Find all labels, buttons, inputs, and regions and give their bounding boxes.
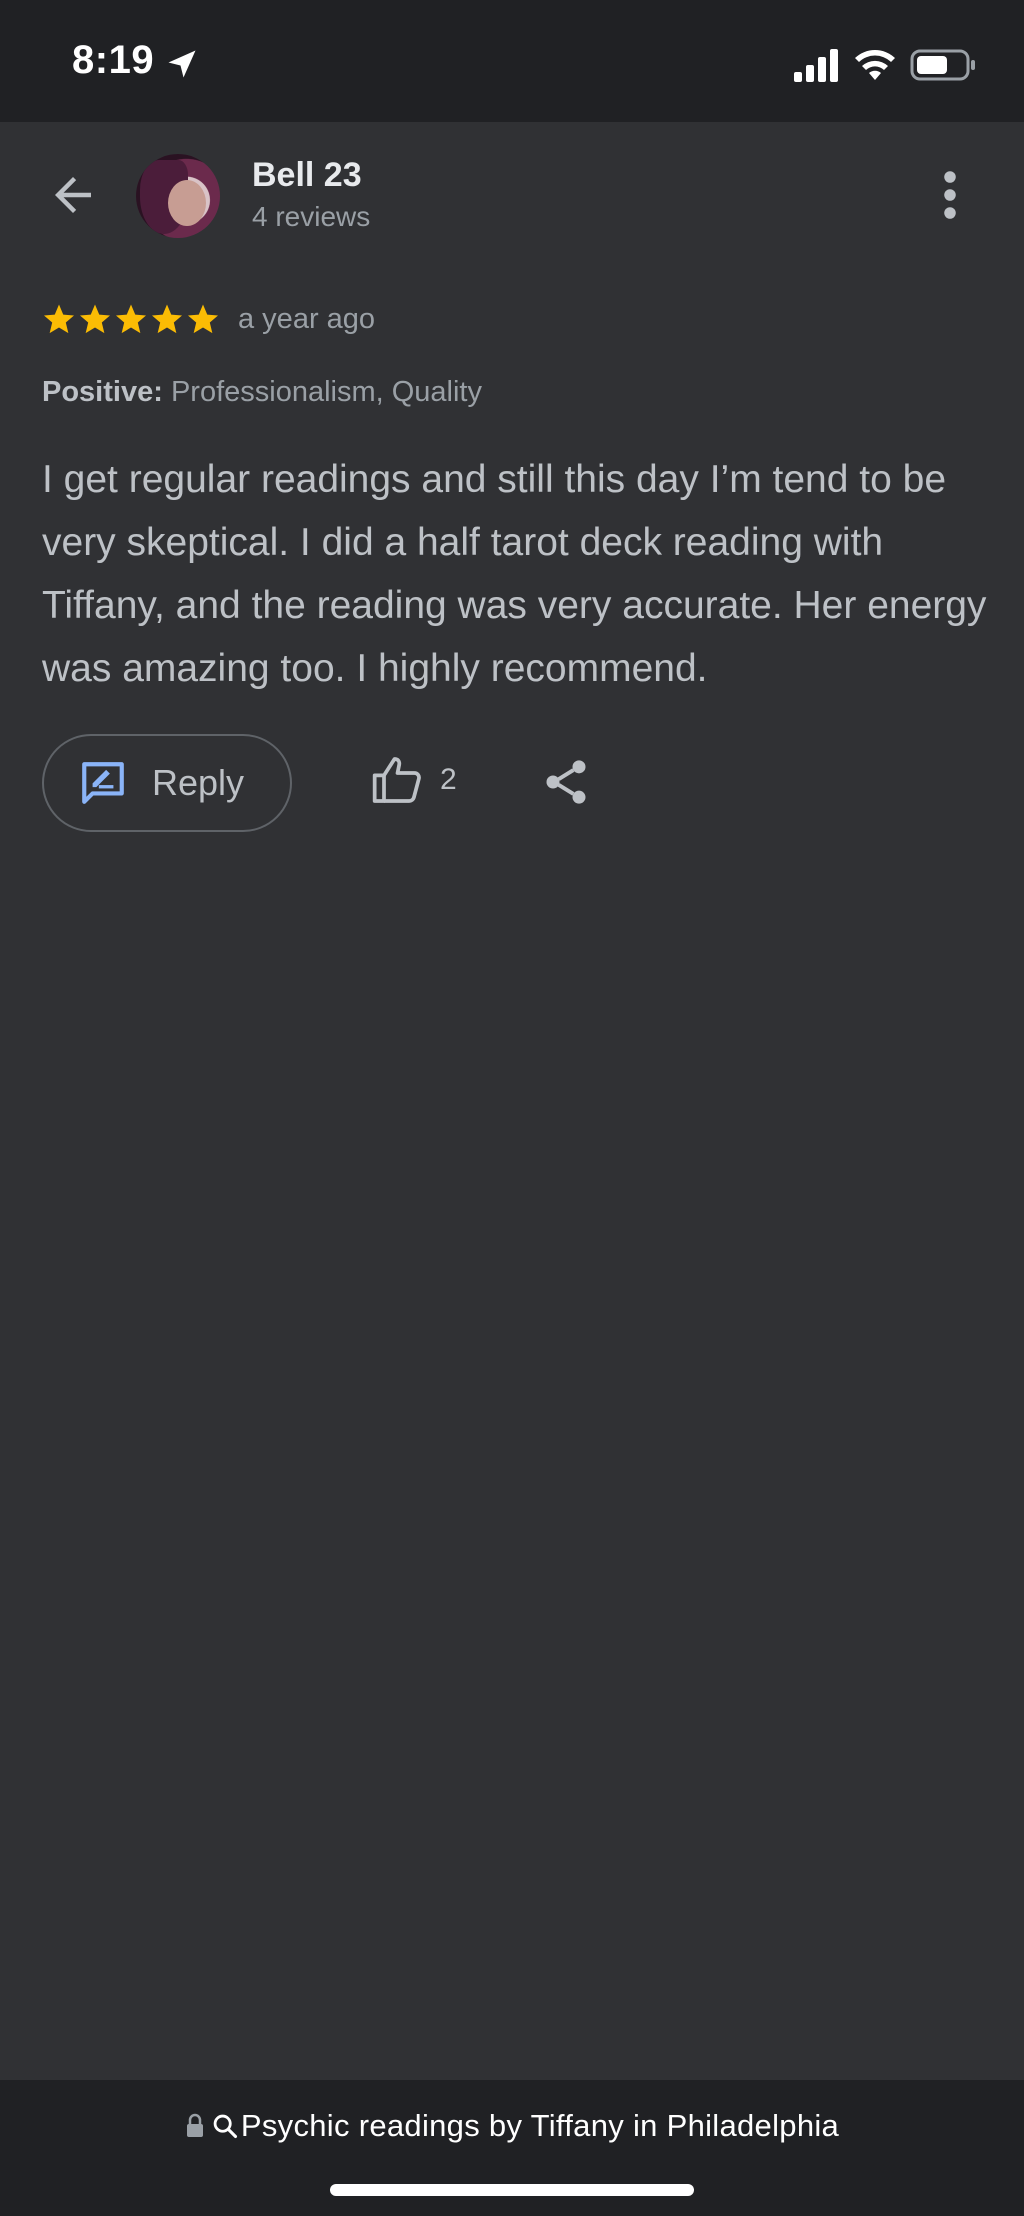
reply-label: Reply <box>152 762 245 803</box>
avatar-face-shape <box>168 180 206 226</box>
star-icon <box>115 304 147 334</box>
star-icon <box>79 304 111 334</box>
home-indicator[interactable] <box>330 2184 694 2196</box>
thumbs-up-icon <box>372 757 421 803</box>
like-count: 2 <box>440 763 457 796</box>
reviewer-review-count[interactable]: 4 reviews <box>252 201 370 233</box>
tags-value: Professionalism, Quality <box>170 376 482 408</box>
reply-button[interactable]: Reply <box>42 734 292 832</box>
star-icon <box>187 304 219 334</box>
like-button[interactable]: 2 <box>370 752 457 808</box>
battery-icon <box>910 49 975 81</box>
share-icon[interactable] <box>540 756 592 808</box>
url-bar[interactable]: Psychic readings by Tiffany in Philadelp… <box>0 2108 1024 2144</box>
star-icon <box>151 304 183 334</box>
url-text: Psychic readings by Tiffany in Philadelp… <box>240 2108 840 2143</box>
star-icon <box>43 304 75 334</box>
review-tags: Positive: Professionalism, Quality <box>42 376 482 409</box>
review-time: a year ago <box>238 302 376 335</box>
reply-edit-icon <box>82 762 124 804</box>
wifi-icon <box>855 50 895 80</box>
search-icon <box>213 2114 237 2139</box>
tags-label: Positive: <box>42 376 163 408</box>
location-arrow-icon <box>168 50 196 78</box>
cellular-signal-icon <box>794 49 838 82</box>
lock-icon <box>186 2113 203 2137</box>
reviewer-name[interactable]: Bell 23 <box>252 156 362 195</box>
avatar[interactable] <box>136 154 220 238</box>
review-text: I get regular readings and still this da… <box>42 458 987 690</box>
browser-bottom-bar: Psychic readings by Tiffany in Philadelp… <box>0 2080 1024 2216</box>
status-time: 8:19 <box>72 38 155 82</box>
star-rating <box>42 302 220 336</box>
rating-row: a year ago <box>42 298 375 340</box>
back-arrow-icon[interactable] <box>46 168 100 222</box>
status-bar: 8:19 <box>0 0 1024 122</box>
more-vertical-icon[interactable] <box>928 168 972 222</box>
review-page <box>0 122 1024 2080</box>
